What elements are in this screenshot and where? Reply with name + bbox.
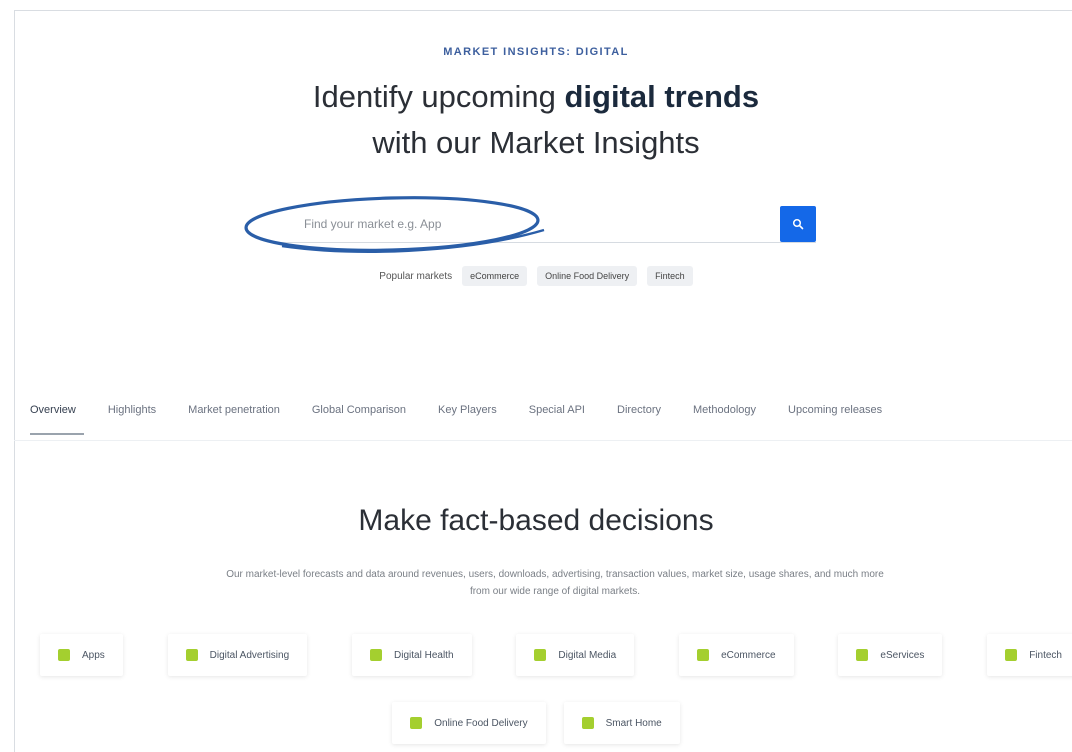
tab-global-comparison[interactable]: Global Comparison — [296, 394, 422, 440]
market-label: Digital Media — [558, 649, 617, 661]
market-card-eservices[interactable]: eServices — [838, 634, 943, 676]
tab-overview[interactable]: Overview — [14, 394, 92, 440]
tab-market-penetration[interactable]: Market penetration — [172, 394, 296, 440]
hero-title-prefix: Identify upcoming — [312, 79, 565, 114]
section-description: Our market-level forecasts and data arou… — [226, 569, 884, 597]
section-tabs: Overview Highlights Market penetration G… — [14, 394, 1072, 441]
popular-chip-fintech[interactable]: Fintech — [647, 266, 693, 286]
search-button[interactable] — [780, 205, 816, 242]
market-label: Fintech — [1029, 649, 1062, 661]
apps-icon — [58, 649, 70, 661]
market-card-apps[interactable]: Apps — [40, 634, 123, 676]
smart-home-icon — [581, 717, 594, 729]
ecommerce-icon — [697, 649, 710, 661]
fintech-icon — [1005, 649, 1018, 661]
tab-directory[interactable]: Directory — [601, 394, 677, 440]
hero-title-line2: with our Market Insights — [372, 125, 700, 160]
market-label: Digital Health — [394, 649, 454, 661]
market-card-online-food-delivery[interactable]: Online Food Delivery — [392, 702, 546, 744]
media-icon — [534, 649, 547, 661]
hero-title-bold: digital trends — [564, 79, 760, 114]
popular-markets: Popular markets eCommerce Online Food De… — [0, 266, 1072, 286]
tab-special-api[interactable]: Special API — [513, 394, 601, 440]
market-card-fintech[interactable]: Fintech — [987, 634, 1072, 676]
hero-eyebrow: MARKET INSIGHTS: DIGITAL — [443, 46, 629, 58]
popular-markets-label: Popular markets — [379, 270, 453, 282]
market-list-row-2: Online Food Delivery Smart Home — [0, 702, 1072, 744]
search-bar — [270, 205, 816, 243]
tab-highlights[interactable]: Highlights — [92, 394, 172, 440]
market-card-ecommerce[interactable]: eCommerce — [679, 634, 794, 676]
market-list-row-1: Apps Digital Advertising Digital Health … — [40, 634, 1072, 676]
advertising-icon — [185, 649, 198, 661]
food-delivery-icon — [410, 717, 423, 729]
popular-chip-online-food-delivery[interactable]: Online Food Delivery — [537, 266, 638, 286]
market-label: eCommerce — [721, 649, 776, 661]
popular-chip-ecommerce[interactable]: eCommerce — [462, 266, 528, 286]
tab-methodology[interactable]: Methodology — [677, 394, 772, 440]
tab-upcoming-releases[interactable]: Upcoming releases — [772, 394, 898, 440]
search-input[interactable] — [270, 207, 780, 240]
search-icon — [792, 218, 804, 229]
eservices-icon — [856, 649, 869, 661]
market-card-digital-health[interactable]: Digital Health — [352, 634, 472, 676]
tab-key-players[interactable]: Key Players — [422, 394, 513, 440]
market-label: eServices — [880, 649, 925, 661]
hero-title: Identify upcoming digital trends with ou… — [0, 74, 1072, 166]
market-card-smart-home[interactable]: Smart Home — [563, 702, 680, 744]
market-label: Online Food Delivery — [434, 717, 528, 729]
market-card-digital-media[interactable]: Digital Media — [516, 634, 635, 676]
market-card-digital-advertising[interactable]: Digital Advertising — [167, 634, 308, 676]
market-label: Smart Home — [605, 717, 662, 729]
market-label: Digital Advertising — [209, 649, 290, 661]
health-icon — [370, 649, 383, 661]
section-title: Make fact-based decisions — [358, 504, 714, 537]
market-label: Apps — [82, 649, 105, 661]
